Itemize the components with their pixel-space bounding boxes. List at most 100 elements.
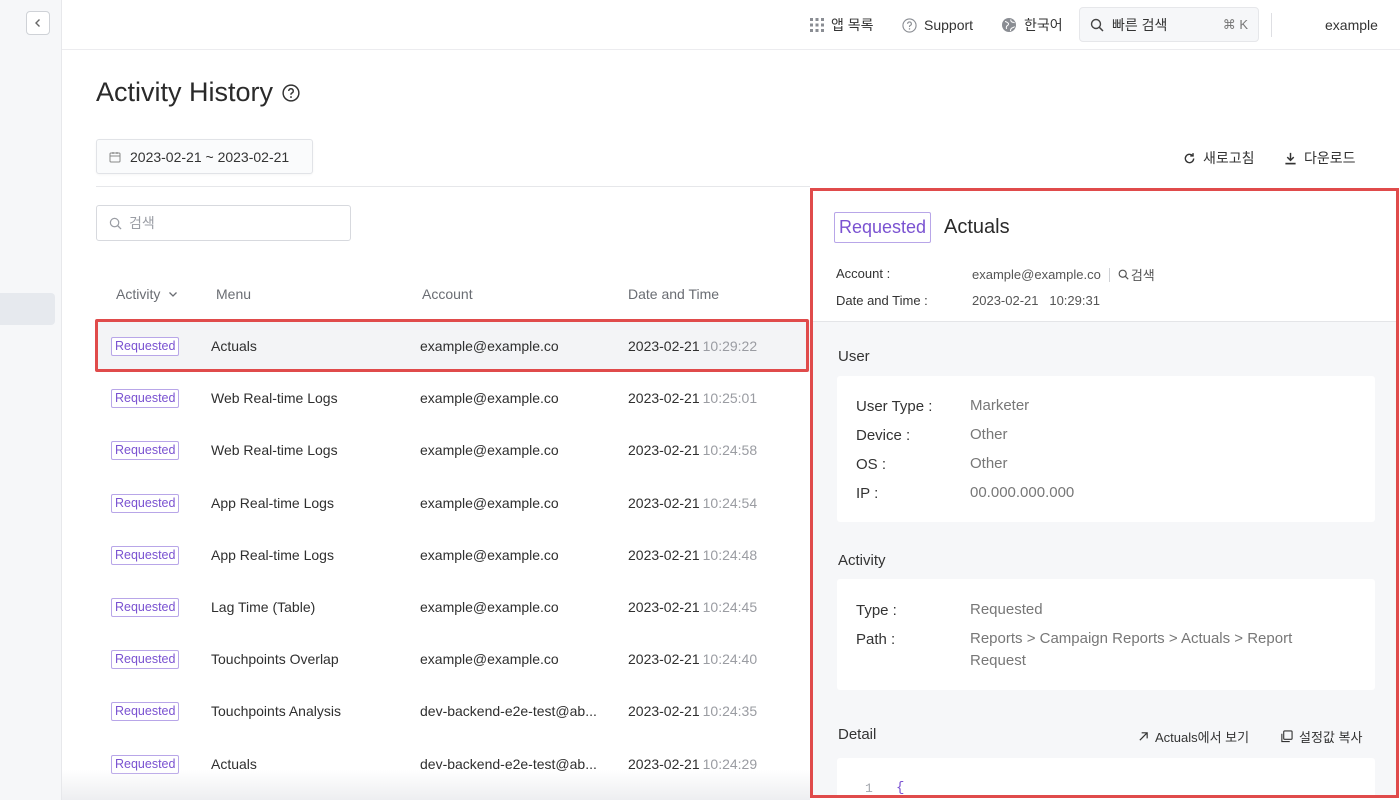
column-header-activity-label: Activity [116, 286, 161, 302]
row-datetime: 2023-02-21 10:29:22 [628, 320, 757, 372]
account-search-link[interactable]: 검색 [1118, 265, 1155, 284]
activity-badge: Requested [111, 389, 180, 409]
detail-account-email: example@example.co [972, 267, 1101, 282]
row-menu: Actuals [211, 755, 257, 772]
copy-settings-button[interactable]: 설정값 복사 [1280, 727, 1362, 746]
user-info-card: User Type : Marketer Device : Other OS :… [837, 376, 1375, 522]
support-label: Support [924, 17, 974, 33]
copy-icon [1281, 730, 1293, 743]
row-menu: Web Real-time Logs [211, 442, 338, 459]
table-row[interactable]: Requested Touchpoints Analysis dev-backe… [96, 685, 810, 737]
row-date: 2023-02-21 [628, 390, 700, 407]
table-row[interactable]: Requested Actuals example@example.co 202… [96, 320, 810, 373]
page-title-text: Activity History [96, 77, 274, 107]
row-account: dev-backend-e2e-test@ab... [420, 755, 597, 772]
account-search-label: 검색 [1130, 268, 1155, 283]
column-header-menu: Menu [216, 286, 251, 302]
activity-badge: Requested [111, 754, 180, 774]
calendar-icon [109, 151, 121, 162]
detail-account-value: example@example.co 검색 [972, 265, 1155, 284]
code-first-line: { [896, 780, 905, 796]
left-rail [0, 0, 62, 800]
activity-badge: Requested [111, 597, 180, 617]
activity-section-title: Activity [838, 552, 886, 569]
help-icon[interactable] [282, 83, 300, 102]
top-bar: 앱 목록 Support 한국어 빠른 검색 ⌘ K example [62, 0, 1400, 50]
table-row[interactable]: Requested Web Real-time Logs example@exa… [96, 424, 810, 476]
row-account: example@example.co [420, 338, 559, 354]
table-row[interactable]: Requested Lag Time (Table) example@examp… [96, 581, 810, 633]
table-row[interactable]: Requested Web Real-time Logs example@exa… [96, 372, 810, 424]
table-row[interactable]: Requested Touchpoints Overlap example@ex… [96, 633, 810, 685]
search-icon [109, 217, 122, 230]
detail-body: User User Type : Marketer Device : Other… [813, 322, 1396, 795]
account-separator [1108, 267, 1110, 282]
activity-badge: Requested [111, 493, 180, 513]
quick-search-box[interactable]: 빠른 검색 ⌘ K [1079, 7, 1259, 42]
search-icon [1090, 18, 1104, 32]
download-icon [1285, 152, 1296, 164]
table-row[interactable]: Requested App Real-time Logs example@exa… [96, 529, 810, 581]
activity-info-card: Type : Requested Path : Reports > Campai… [837, 579, 1375, 690]
user-section-title: User [838, 348, 870, 365]
quick-search-label: 빠른 검색 [1112, 16, 1168, 33]
download-label: 다운로드 [1304, 150, 1356, 166]
detail-title: Actuals [944, 216, 1010, 238]
row-datetime: 2023-02-21 10:24:29 [628, 738, 757, 790]
ip-value: 00.000.000.000 [970, 484, 1075, 501]
row-datetime: 2023-02-21 10:24:58 [628, 424, 757, 476]
user-menu[interactable]: example [1325, 0, 1378, 50]
refresh-button[interactable]: 새로고침 [1183, 148, 1255, 168]
download-button[interactable]: 다운로드 [1284, 148, 1356, 168]
row-account: example@example.co [420, 598, 559, 615]
row-account: example@example.co [420, 546, 559, 563]
activity-table: Requested Actuals example@example.co 202… [96, 320, 810, 790]
row-menu: Web Real-time Logs [211, 390, 338, 407]
row-datetime: 2023-02-21 10:24:48 [628, 529, 757, 581]
row-account: example@example.co [420, 390, 559, 407]
path-label: Path : [856, 631, 896, 648]
view-in-actuals-button[interactable]: Actuals에서 보기 [1138, 727, 1249, 746]
row-datetime: 2023-02-21 10:24:35 [628, 685, 757, 737]
row-time: 10:25:01 [702, 390, 758, 407]
table-row[interactable]: Requested App Real-time Logs example@exa… [96, 477, 810, 529]
row-menu: Lag Time (Table) [211, 598, 316, 615]
date-range-picker[interactable]: 2023-02-21 ~ 2023-02-21 [96, 139, 313, 174]
support-button[interactable]: Support [902, 0, 973, 50]
row-menu: Touchpoints Analysis [211, 703, 341, 720]
activity-badge: Requested [111, 650, 180, 670]
detail-section-title: Detail [838, 726, 877, 743]
collapse-sidebar-button[interactable] [26, 11, 50, 35]
detail-panel: Requested Actuals Account : example@exam… [810, 188, 1399, 798]
row-date: 2023-02-21 [628, 494, 700, 511]
question-circle-icon [902, 17, 917, 33]
rail-active-item[interactable] [0, 293, 55, 325]
row-datetime: 2023-02-21 10:24:54 [628, 477, 757, 529]
table-row[interactable]: Requested Actuals dev-backend-e2e-test@a… [96, 738, 810, 790]
language-label: 한국어 [1024, 17, 1063, 33]
user-type-label: User Type : [856, 398, 933, 415]
row-date: 2023-02-21 [628, 442, 700, 459]
apps-menu-button[interactable]: 앱 목록 [810, 0, 874, 50]
type-value: Requested [970, 601, 1043, 618]
column-header-datetime-label: Date and Time [628, 286, 720, 302]
detail-code-viewer[interactable]: 1 { [837, 758, 1375, 796]
os-label: OS : [856, 456, 887, 473]
language-button[interactable]: 한국어 [1001, 0, 1063, 50]
detail-activity-badge: Requested [834, 212, 932, 243]
activity-badge: Requested [111, 545, 180, 565]
code-line-number: 1 [865, 781, 873, 796]
arrow-up-right-icon [1139, 732, 1148, 741]
column-header-activity[interactable]: Activity [116, 286, 178, 302]
list-search-input[interactable] [129, 215, 329, 231]
row-time: 10:24:54 [702, 494, 758, 511]
os-value: Other [970, 455, 1008, 472]
row-datetime: 2023-02-21 10:25:01 [628, 372, 757, 424]
list-search-field[interactable] [96, 205, 351, 241]
refresh-label: 새로고침 [1203, 150, 1255, 166]
row-date: 2023-02-21 [628, 338, 700, 354]
row-account: example@example.co [420, 494, 559, 511]
row-time: 10:24:35 [702, 703, 758, 720]
path-value: Reports > Campaign Reports > Actuals > R… [970, 630, 1293, 669]
row-datetime: 2023-02-21 10:24:40 [628, 633, 757, 685]
